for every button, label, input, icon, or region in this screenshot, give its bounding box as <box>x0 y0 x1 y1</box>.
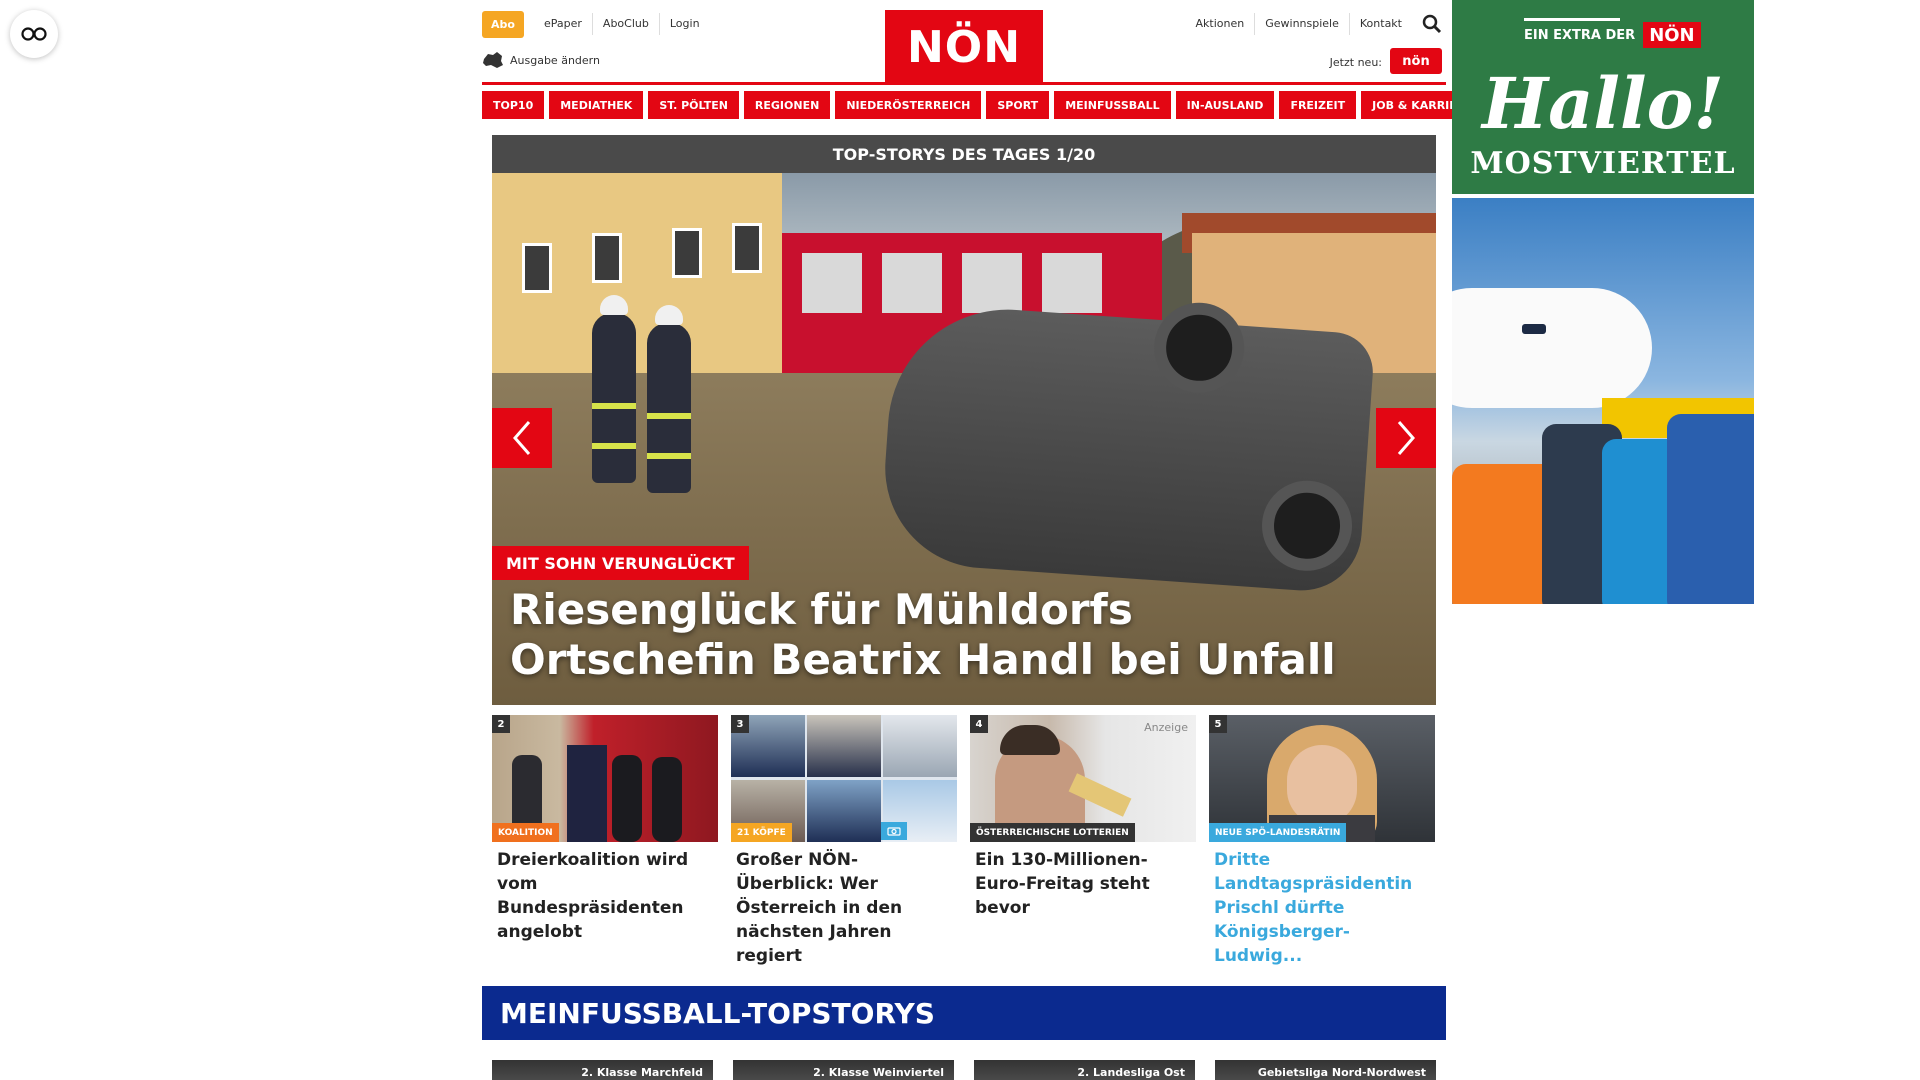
league-label: 2. Landesliga Ost <box>1077 1066 1185 1079</box>
ad-divider <box>1524 18 1620 21</box>
teaser-number: 4 <box>970 715 988 733</box>
teaser-card[interactable]: 2 KOALITION Dreierkoalition wird vom Bun… <box>492 715 718 968</box>
suitcase-shape <box>1667 414 1754 604</box>
teaser-label: ÖSTERREICHISCHE LOTTERIEN <box>970 823 1135 842</box>
search-icon[interactable] <box>1422 14 1442 38</box>
advertisement-image[interactable] <box>1452 198 1754 604</box>
lower-austria-map-icon <box>483 52 503 68</box>
main-nav: TOP10 MEDIATHEK ST. PÖLTEN REGIONEN NIED… <box>482 91 1484 119</box>
kontakt-link[interactable]: Kontakt <box>1348 13 1412 35</box>
story-headline[interactable]: Riesenglück für Mühldorfs Ortschefin Bea… <box>510 585 1390 685</box>
overturned-car-shape <box>878 299 1376 595</box>
teaser-title[interactable]: Dreierkoalition wird vom Bundespräsident… <box>492 842 718 944</box>
top-links-left: ePaper AboClub Login <box>534 13 710 35</box>
slider-image[interactable]: MIT SOHN VERUNGLÜCKT Riesenglück für Müh… <box>492 173 1436 705</box>
building-shape <box>492 173 782 373</box>
teaser-number: 5 <box>1209 715 1227 733</box>
advertisement-banner[interactable]: EIN EXTRA DER NÖN Hallo! MOSTVIERTEL <box>1452 0 1754 194</box>
airplane-shape <box>1452 288 1652 408</box>
main-column: Abo ePaper AboClub Login Ausgabe ändern … <box>482 0 1484 1080</box>
header-divider <box>482 82 1446 85</box>
slider-prev-button[interactable] <box>492 408 552 468</box>
camera-icon <box>881 822 907 840</box>
aboclub-link[interactable]: AboClub <box>591 13 659 35</box>
meinfussball-card[interactable]: 2. Klasse Weinviertel <box>733 1060 954 1080</box>
league-label: Gebietsliga Nord-Nordwest <box>1257 1066 1426 1079</box>
noen-logo[interactable]: NÖN <box>885 10 1043 84</box>
nav-sport[interactable]: SPORT <box>986 91 1050 119</box>
meinfussball-row: 2. Klasse Marchfeld 2. Klasse Weinvierte… <box>492 1060 1436 1080</box>
meinfussball-card[interactable]: 2. Klasse Marchfeld <box>492 1060 713 1080</box>
teaser-title[interactable]: Großer NÖN-Überblick: Wer Österreich in … <box>731 842 957 968</box>
ad-hallo-title: Hallo! <box>1481 62 1725 145</box>
accessibility-button[interactable] <box>10 10 58 58</box>
epaper-link[interactable]: ePaper <box>534 13 592 35</box>
teaser-image[interactable]: 3 21 KÖPFE <box>731 715 957 842</box>
anzeige-label: Anzeige <box>1144 721 1188 734</box>
nav-meinfussball[interactable]: MEINFUSSBALL <box>1054 91 1171 119</box>
teaser-row: 2 KOALITION Dreierkoalition wird vom Bun… <box>492 715 1436 968</box>
chevron-right-icon <box>1397 421 1415 455</box>
teaser-label: 21 KÖPFE <box>731 823 792 842</box>
teaser-card[interactable]: 4 Anzeige ÖSTERREICHISCHE LOTTERIEN Ein … <box>970 715 1196 968</box>
nav-mediathek[interactable]: MEDIATHEK <box>549 91 644 119</box>
nav-in-ausland[interactable]: IN-AUSLAND <box>1175 91 1275 119</box>
teaser-image[interactable]: 4 Anzeige ÖSTERREICHISCHE LOTTERIEN <box>970 715 1196 842</box>
aktionen-link[interactable]: Aktionen <box>1186 13 1255 35</box>
teaser-label: KOALITION <box>492 823 559 842</box>
teaser-image[interactable]: 5 NEUE SPÖ-LANDESRÄTIN <box>1209 715 1435 842</box>
nav-regionen[interactable]: REGIONEN <box>743 91 831 119</box>
firefighter-shape <box>647 305 691 493</box>
ad-noen-logo: NÖN <box>1643 22 1701 48</box>
teaser-number: 2 <box>492 715 510 733</box>
meinfussball-heading[interactable]: MEINFUSSBALL-TOPSTORYS <box>482 986 1446 1040</box>
site-header: Abo ePaper AboClub Login Ausgabe ändern … <box>482 0 1446 85</box>
teaser-number: 3 <box>731 715 749 733</box>
ausgabe-aendern-link[interactable]: Ausgabe ändern <box>482 51 600 69</box>
nav-freizeit[interactable]: FREIZEIT <box>1279 91 1357 119</box>
nav-top10[interactable]: TOP10 <box>482 91 545 119</box>
teaser-label: NEUE SPÖ-LANDESRÄTIN <box>1209 823 1347 842</box>
teaser-image[interactable]: 2 KOALITION <box>492 715 718 842</box>
meinfussball-card[interactable]: 2. Landesliga Ost <box>974 1060 1195 1080</box>
kleine-noen-logo[interactable]: nön <box>1390 48 1442 74</box>
top-links-right: Aktionen Gewinnspiele Kontakt <box>1186 13 1412 35</box>
abo-button[interactable]: Abo <box>482 11 524 38</box>
nav-niederoesterreich[interactable]: NIEDERÖSTERREICH <box>835 91 982 119</box>
league-label: 2. Klasse Marchfeld <box>581 1066 703 1079</box>
story-kicker: MIT SOHN VERUNGLÜCKT <box>492 546 749 580</box>
gewinnspiele-link[interactable]: Gewinnspiele <box>1254 13 1349 35</box>
teaser-title[interactable]: Dritte Landtagspräsidentin Prischl dürft… <box>1209 842 1435 968</box>
jetzt-neu-label: Jetzt neu: <box>1329 56 1382 69</box>
slider-heading: TOP-STORYS DES TAGES 1/20 <box>492 135 1436 173</box>
nav-st-poelten[interactable]: ST. PÖLTEN <box>648 91 739 119</box>
ausgabe-label: Ausgabe ändern <box>510 53 600 67</box>
teaser-title[interactable]: Ein 130-Millionen-Euro-Freitag steht bev… <box>970 842 1196 920</box>
firefighter-shape <box>592 295 636 483</box>
teaser-card[interactable]: 3 21 KÖPFE Großer NÖN-Überblick: Wer Öst… <box>731 715 957 968</box>
league-label: 2. Klasse Weinviertel <box>813 1066 944 1079</box>
meinfussball-card[interactable]: Gebietsliga Nord-Nordwest <box>1215 1060 1436 1080</box>
ad-region-title: MOSTVIERTEL <box>1470 146 1736 181</box>
login-link[interactable]: Login <box>658 13 710 35</box>
chevron-left-icon <box>513 421 531 455</box>
ad-extra-label: EIN EXTRA DER <box>1524 27 1636 43</box>
top-stories-slider: TOP-STORYS DES TAGES 1/20 MIT SOHN VERUN… <box>492 135 1436 705</box>
slider-next-button[interactable] <box>1376 408 1436 468</box>
ad-extra: EIN EXTRA DER NÖN <box>1524 22 1701 48</box>
accessibility-icon <box>21 27 47 41</box>
teaser-card[interactable]: 5 NEUE SPÖ-LANDESRÄTIN Dritte Landtagspr… <box>1209 715 1435 968</box>
